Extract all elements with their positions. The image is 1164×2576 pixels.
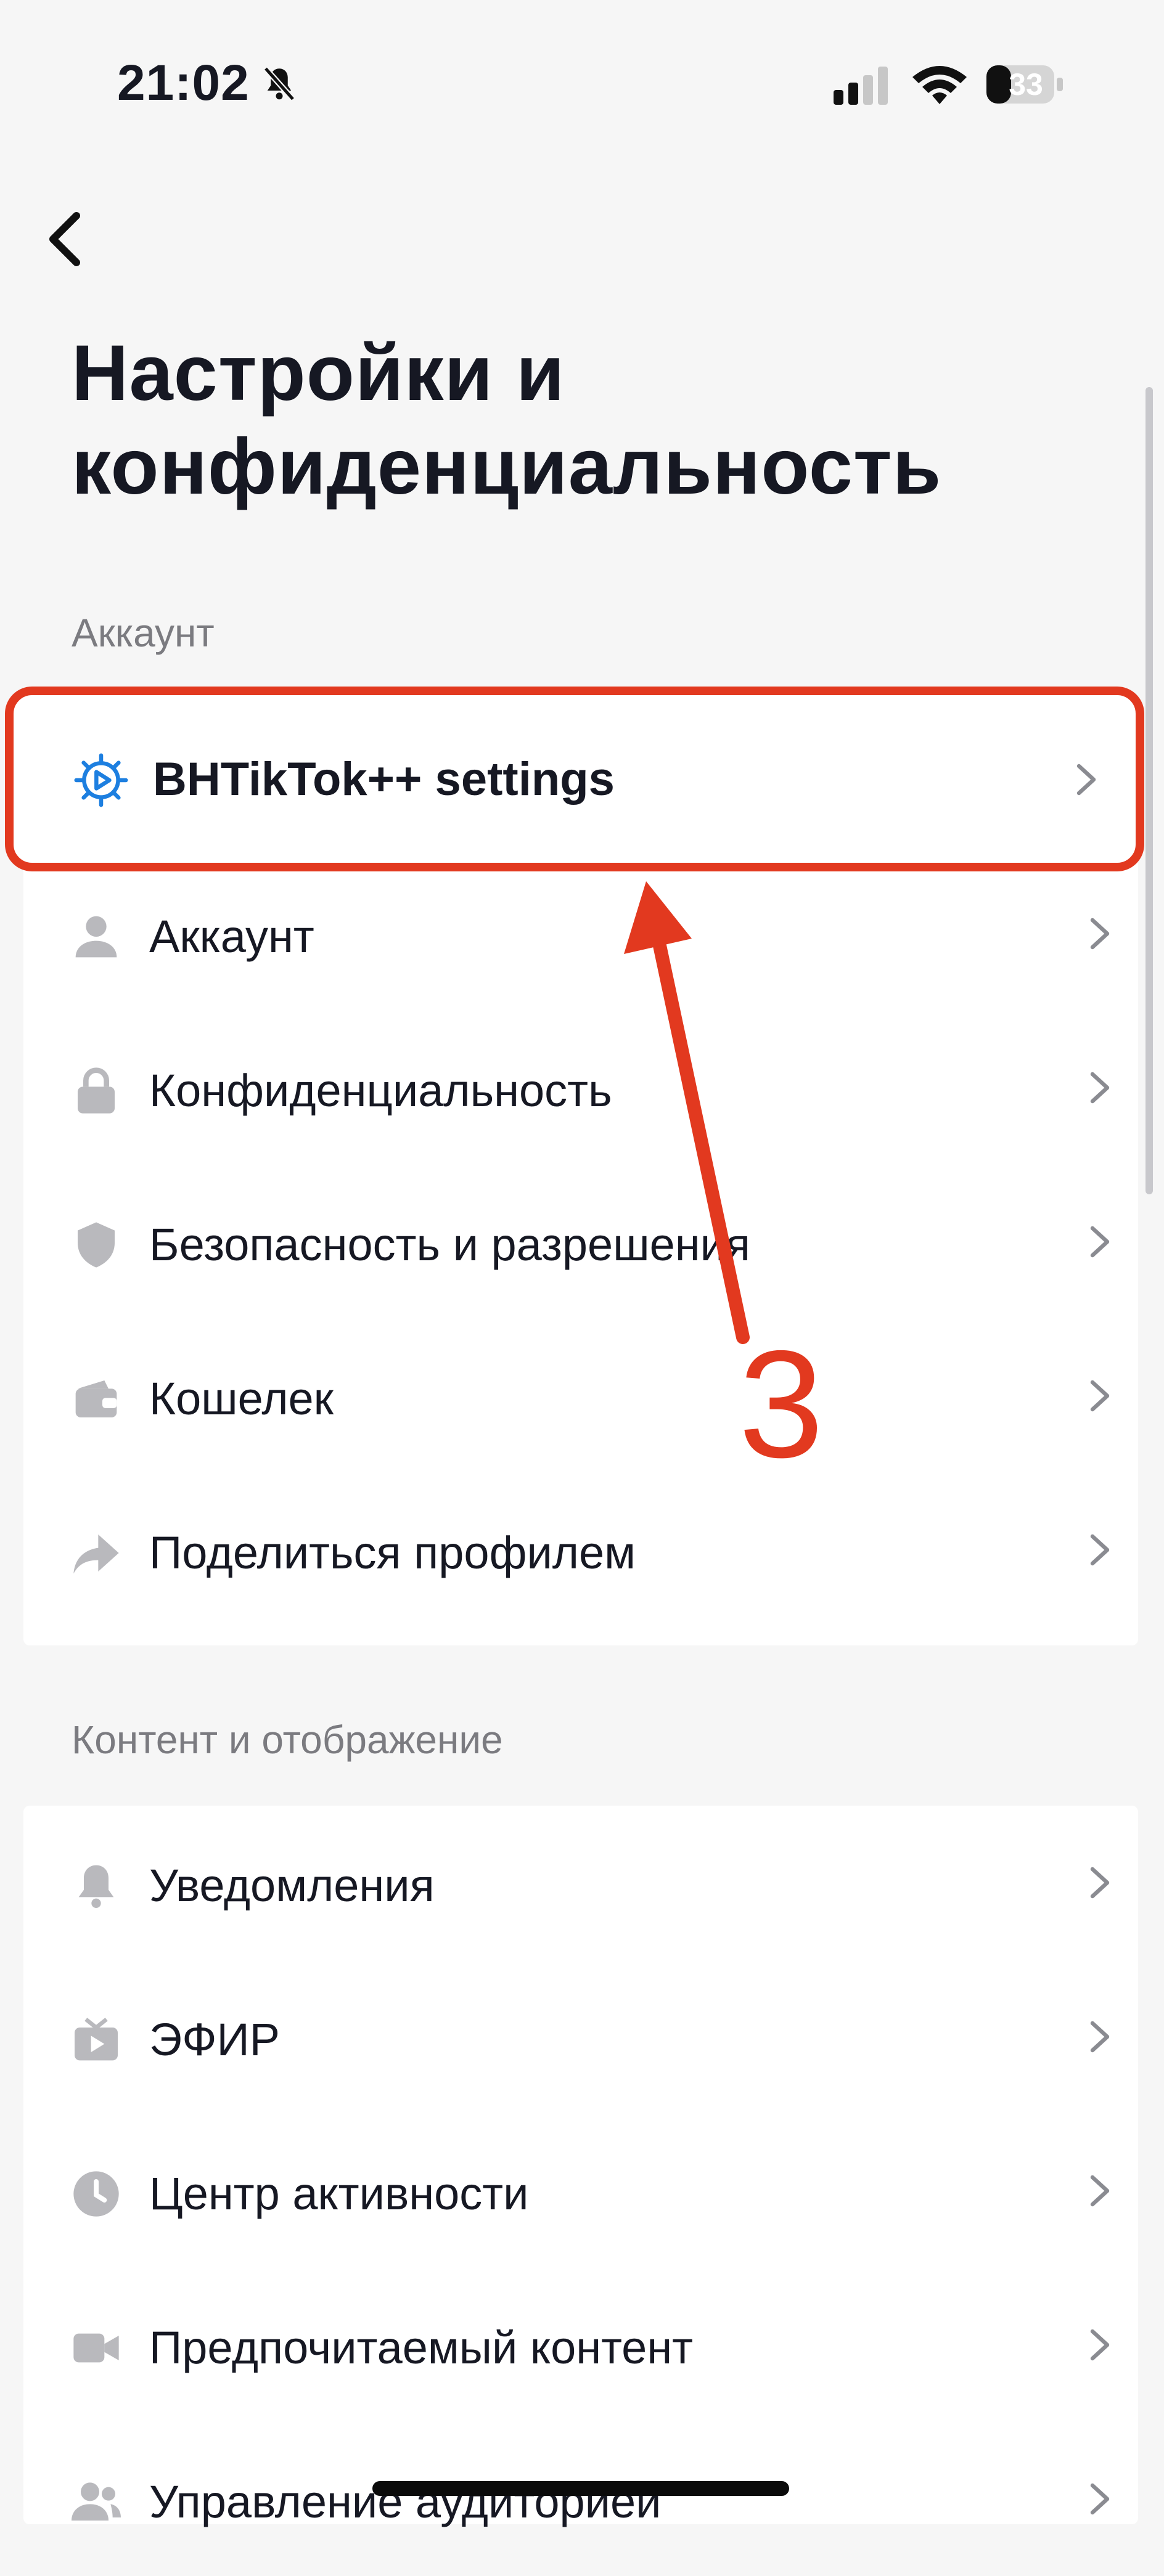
settings-item-security[interactable]: Безопасность и разрешения: [23, 1165, 1138, 1319]
chevron-right-icon: [1090, 918, 1110, 950]
chevron-right-icon: [1090, 2175, 1110, 2207]
settings-item-label: Предпочитаемый контент: [149, 2322, 694, 2373]
settings-item-label: ЭФИР: [149, 2014, 280, 2065]
home-indicator[interactable]: [372, 2481, 789, 2496]
settings-item-label: Центр активности: [149, 2168, 529, 2219]
wifi-icon: [912, 66, 967, 104]
back-arrow-icon[interactable]: [43, 208, 86, 270]
person-icon: [75, 916, 117, 958]
settings-item-label: BHTikTok++ settings: [153, 753, 615, 805]
section-label-content: Контент и отображение: [72, 1718, 503, 1762]
chevron-right-icon: [1076, 764, 1096, 796]
bell-icon: [78, 1865, 114, 1908]
people-icon: [72, 2482, 121, 2521]
annotation-step-number: 3: [739, 1318, 824, 1490]
settings-item-privacy[interactable]: Конфиденциальность: [23, 1011, 1138, 1165]
settings-item-notifications[interactable]: Уведомления: [23, 1806, 1138, 1960]
bell-muted-icon: [263, 67, 295, 101]
settings-item-label: Уведомления: [149, 1860, 435, 1911]
scrollbar[interactable]: [1146, 387, 1153, 1194]
settings-item-bhtiktok[interactable]: BHTikTok++ settings: [5, 687, 1144, 871]
settings-item-live[interactable]: ЭФИР: [23, 1960, 1138, 2114]
settings-item-account[interactable]: Аккаунт: [23, 857, 1138, 1011]
highlight-box: BHTikTok++ settings: [5, 687, 1144, 871]
cellular-signal-icon: [834, 67, 888, 105]
video-camera-icon: [73, 2333, 119, 2363]
settings-item-label: Безопасность и разрешения: [149, 1219, 751, 1270]
battery-percentage: 33: [1009, 67, 1043, 102]
chevron-right-icon: [1090, 1534, 1110, 1566]
settings-item-wallet[interactable]: Кошелек: [23, 1319, 1138, 1473]
clock-icon: [73, 2171, 119, 2217]
lock-icon: [78, 1067, 115, 1114]
page-title-line-2: конфиденциальность: [72, 423, 942, 511]
tv-icon: [75, 2018, 118, 2061]
page-title-line-1: Настройки и: [72, 329, 565, 417]
share-arrow-icon: [73, 1535, 119, 1574]
chevron-right-icon: [1090, 2483, 1110, 2515]
settings-item-activity-center[interactable]: Центр активности: [23, 2114, 1138, 2268]
settings-item-label: Кошелек: [149, 1373, 334, 1424]
wallet-icon: [75, 1380, 117, 1417]
settings-item-share-profile[interactable]: Поделиться профилем: [23, 1473, 1138, 1627]
settings-item-label: Конфиденциальность: [149, 1065, 612, 1116]
chevron-right-icon: [1090, 1072, 1110, 1104]
chevron-right-icon: [1090, 1380, 1110, 1412]
chevron-right-icon: [1090, 2329, 1110, 2361]
chevron-right-icon: [1090, 1867, 1110, 1899]
content-settings-group: Уведомления ЭФИР Центр активности Предпо…: [23, 1806, 1138, 2527]
page-title: Настройки и конфиденциальность: [72, 327, 1120, 514]
settings-item-label: Поделиться профилем: [149, 1527, 636, 1578]
chevron-right-icon: [1090, 2021, 1110, 2053]
shield-icon: [78, 1222, 115, 1268]
chevron-right-icon: [1090, 1226, 1110, 1258]
settings-item-label: Аккаунт: [149, 911, 314, 962]
settings-item-preferred-content[interactable]: Предпочитаемый контент: [23, 2268, 1138, 2422]
status-time: 21:02: [117, 55, 250, 111]
settings-item-audience-management[interactable]: Управление аудиторией: [23, 2422, 1138, 2576]
gear-play-icon: [74, 753, 128, 807]
section-label-account: Аккаунт: [72, 611, 215, 655]
